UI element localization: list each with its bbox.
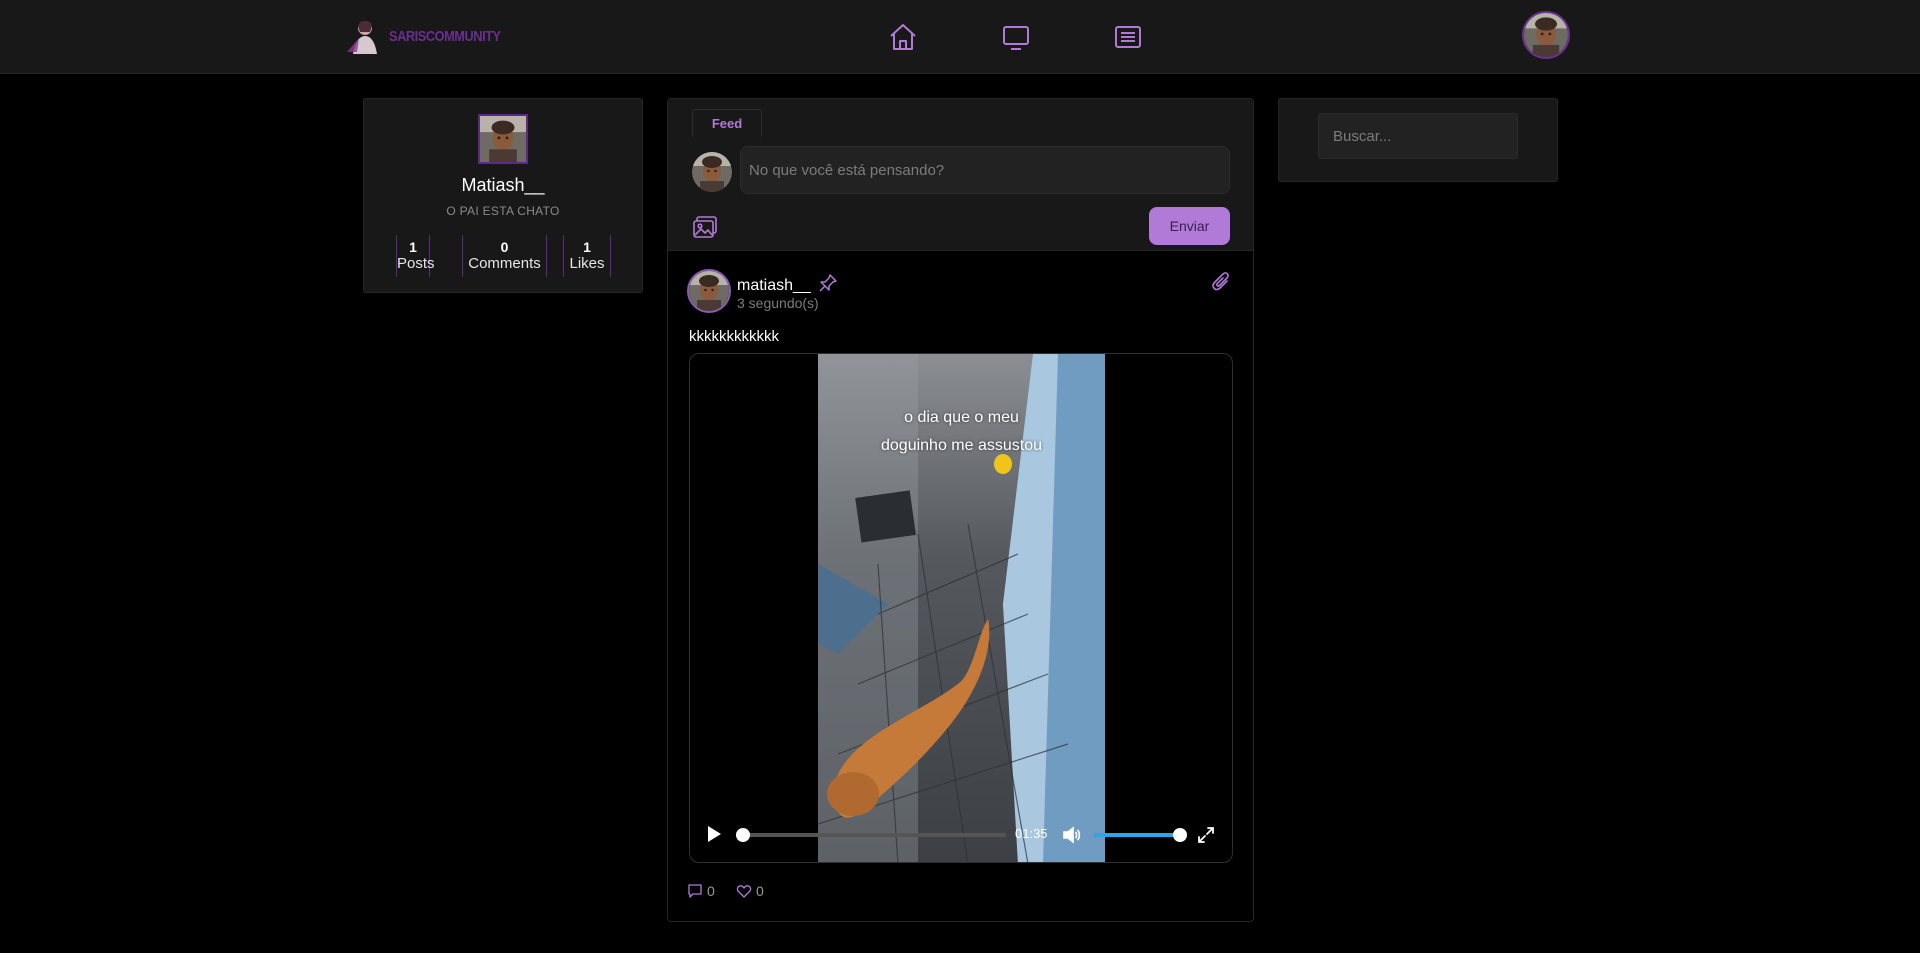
video-seek-bar[interactable]	[741, 833, 1006, 837]
volume-slider[interactable]	[1094, 833, 1180, 837]
profile-name: Matiash__	[461, 175, 545, 195]
paperclip-icon[interactable]	[1211, 271, 1231, 293]
send-button[interactable]: Enviar	[1149, 207, 1230, 245]
stat-posts-label: Posts	[397, 255, 435, 272]
profile-bio: O PAI ESTA CHATO	[446, 204, 560, 218]
stat-comments-label: Comments	[468, 255, 541, 272]
post-author-avatar[interactable]	[687, 269, 731, 313]
play-icon[interactable]	[704, 824, 724, 844]
image-upload-icon[interactable]	[692, 214, 718, 240]
composer-avatar	[692, 152, 732, 192]
video-duration: 01:35	[1015, 826, 1048, 841]
profile-stats: 1 Posts 0 Comments 1 Likes	[364, 235, 642, 277]
like-button[interactable]: 0	[736, 883, 764, 899]
video-frame: o dia que o meu doguinho me assustou	[818, 354, 1105, 862]
volume-icon[interactable]	[1062, 825, 1082, 845]
stat-comments-value: 0	[500, 239, 509, 255]
search-input[interactable]	[1318, 113, 1518, 159]
comment-button[interactable]: 0	[687, 883, 715, 899]
feed-column: Feed Enviar matiash__ 3 segundo(s) kk	[667, 98, 1254, 922]
top-navbar: SARISCOMMUNITY	[0, 0, 1920, 74]
stat-posts-value: 1	[409, 239, 417, 255]
volume-thumb[interactable]	[1173, 828, 1187, 842]
post-text: kkkkkkkkkkkk	[689, 328, 779, 345]
composer-input[interactable]	[740, 146, 1230, 194]
profile-avatar[interactable]	[478, 114, 528, 164]
post-composer: Feed Enviar	[668, 99, 1253, 251]
comment-count: 0	[707, 883, 715, 899]
stat-likes[interactable]: 1 Likes	[563, 235, 611, 277]
stat-likes-value: 1	[583, 239, 591, 255]
video-caption-line1: o dia que o meu	[904, 409, 1019, 426]
video-caption: o dia que o meu doguinho me assustou	[818, 404, 1105, 460]
search-card	[1278, 98, 1558, 182]
stat-likes-label: Likes	[569, 255, 605, 272]
profile-card: Matiash__ O PAI ESTA CHATO 1 Posts 0 Com…	[363, 98, 643, 293]
fullscreen-icon[interactable]	[1196, 825, 1216, 845]
video-controls: 01:35	[690, 814, 1232, 854]
video-caption-line2: doguinho me assustou	[881, 437, 1042, 454]
post-username[interactable]: matiash__	[737, 277, 811, 295]
tab-feed[interactable]: Feed	[692, 109, 762, 137]
list-icon[interactable]	[1111, 20, 1145, 54]
heart-icon	[736, 885, 752, 898]
stat-comments[interactable]: 0 Comments	[462, 235, 547, 277]
user-avatar[interactable]	[1522, 11, 1570, 59]
volume-fill	[1094, 833, 1180, 837]
post-timestamp: 3 segundo(s)	[737, 295, 819, 311]
like-count: 0	[756, 883, 764, 899]
tv-icon[interactable]	[999, 20, 1033, 54]
video-player[interactable]: o dia que o meu doguinho me assustou 01:…	[689, 353, 1233, 863]
logo[interactable]: SARISCOMMUNITY	[345, 16, 520, 56]
home-icon[interactable]	[886, 20, 920, 54]
logo-text: SARISCOMMUNITY	[389, 27, 501, 45]
comment-icon	[688, 884, 702, 898]
video-seek-thumb[interactable]	[736, 828, 750, 842]
stat-posts[interactable]: 1 Posts	[396, 235, 435, 277]
pin-icon[interactable]	[818, 273, 838, 293]
logo-mark	[345, 16, 385, 56]
